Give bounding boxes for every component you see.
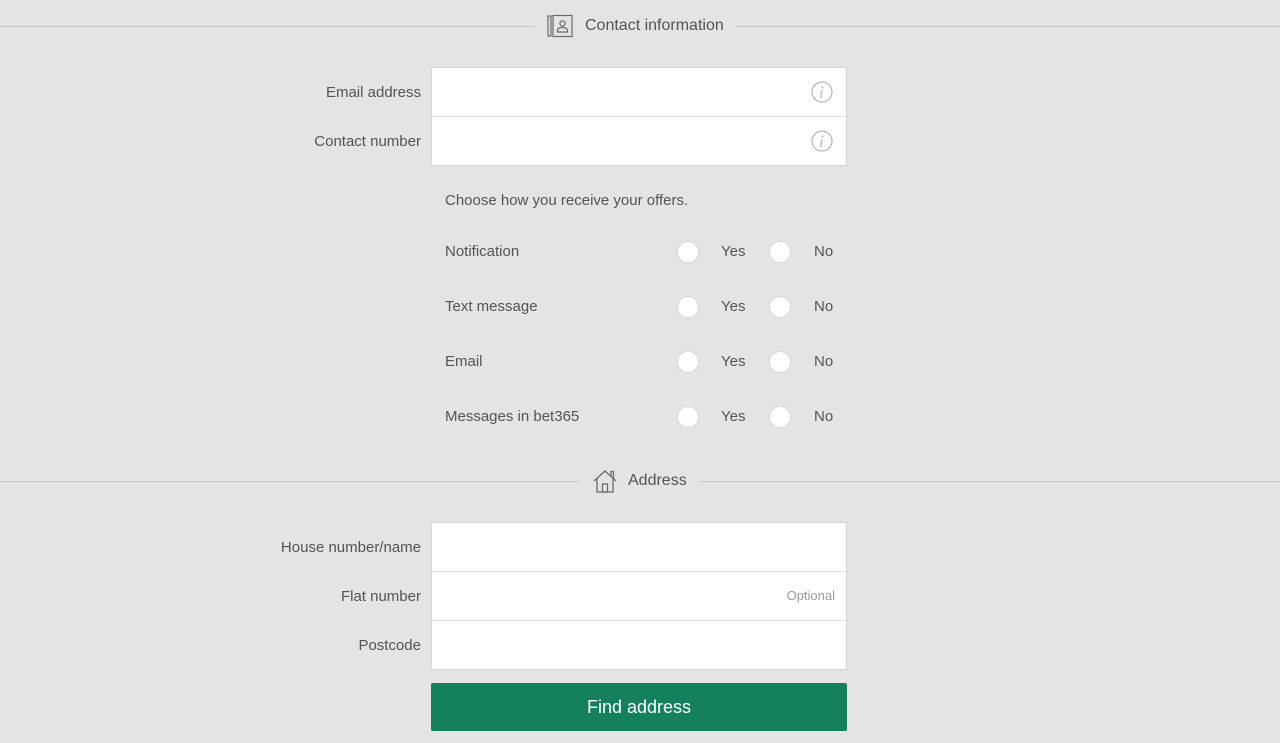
- postcode-input[interactable]: [432, 621, 846, 669]
- address-fields: Optional: [431, 522, 847, 670]
- yes-label[interactable]: Yes: [721, 298, 745, 315]
- address-header-label: Address: [580, 466, 699, 496]
- contact-number-label: Contact number: [314, 133, 421, 150]
- pref-label: Text message: [445, 298, 538, 315]
- email-address-label: Email address: [325, 84, 421, 101]
- contact-fields: [431, 67, 847, 166]
- pref-row-notification: Notification Yes No: [445, 240, 845, 264]
- email-yes-radio[interactable]: [677, 351, 699, 373]
- pref-label: Messages in bet365: [445, 408, 580, 425]
- no-label[interactable]: No: [814, 298, 833, 315]
- house-number-label: House number/name: [280, 539, 421, 556]
- flat-number-label: Flat number: [340, 588, 421, 605]
- messages-no-radio[interactable]: [769, 406, 791, 428]
- contact-section-title: Contact information: [585, 17, 724, 34]
- find-address-button[interactable]: Find address: [431, 683, 847, 731]
- email-address-input[interactable]: [432, 68, 846, 116]
- pref-row-text-message: Text message Yes No: [445, 295, 845, 319]
- address-section-header: Address: [0, 466, 1280, 496]
- contact-header-label: Contact information: [535, 11, 736, 41]
- messages-yes-radio[interactable]: [677, 406, 699, 428]
- postcode-row: [432, 620, 846, 669]
- postcode-label: Postcode: [358, 637, 421, 654]
- text-message-no-radio[interactable]: [769, 296, 791, 318]
- yes-label[interactable]: Yes: [721, 353, 745, 370]
- offers-intro-text: Choose how you receive your offers.: [445, 192, 689, 209]
- contact-section-header: Contact information: [0, 11, 1280, 41]
- optional-hint: Optional: [786, 588, 835, 603]
- no-label[interactable]: No: [814, 353, 833, 370]
- flat-number-input[interactable]: [432, 572, 846, 620]
- house-number-input[interactable]: [432, 523, 846, 571]
- info-icon[interactable]: [811, 81, 833, 103]
- contact-number-row: [432, 116, 846, 165]
- email-no-radio[interactable]: [769, 351, 791, 373]
- notification-yes-radio[interactable]: [677, 241, 699, 263]
- house-number-row: [432, 523, 846, 571]
- pref-label: Notification: [445, 243, 520, 260]
- no-label[interactable]: No: [814, 243, 833, 260]
- text-message-yes-radio[interactable]: [677, 296, 699, 318]
- pref-label: Email: [445, 353, 483, 370]
- address-section-title: Address: [628, 472, 687, 489]
- info-icon[interactable]: [811, 130, 833, 152]
- contact-number-input[interactable]: [432, 117, 846, 165]
- contact-book-icon: [547, 14, 573, 38]
- pref-row-email: Email Yes No: [445, 350, 845, 374]
- flat-number-row: Optional: [432, 571, 846, 620]
- email-address-row: [432, 68, 846, 116]
- no-label[interactable]: No: [814, 408, 833, 425]
- pref-row-messages: Messages in bet365 Yes No: [445, 405, 845, 429]
- house-icon: [592, 468, 618, 494]
- yes-label[interactable]: Yes: [721, 243, 745, 260]
- yes-label[interactable]: Yes: [721, 408, 745, 425]
- notification-no-radio[interactable]: [769, 241, 791, 263]
